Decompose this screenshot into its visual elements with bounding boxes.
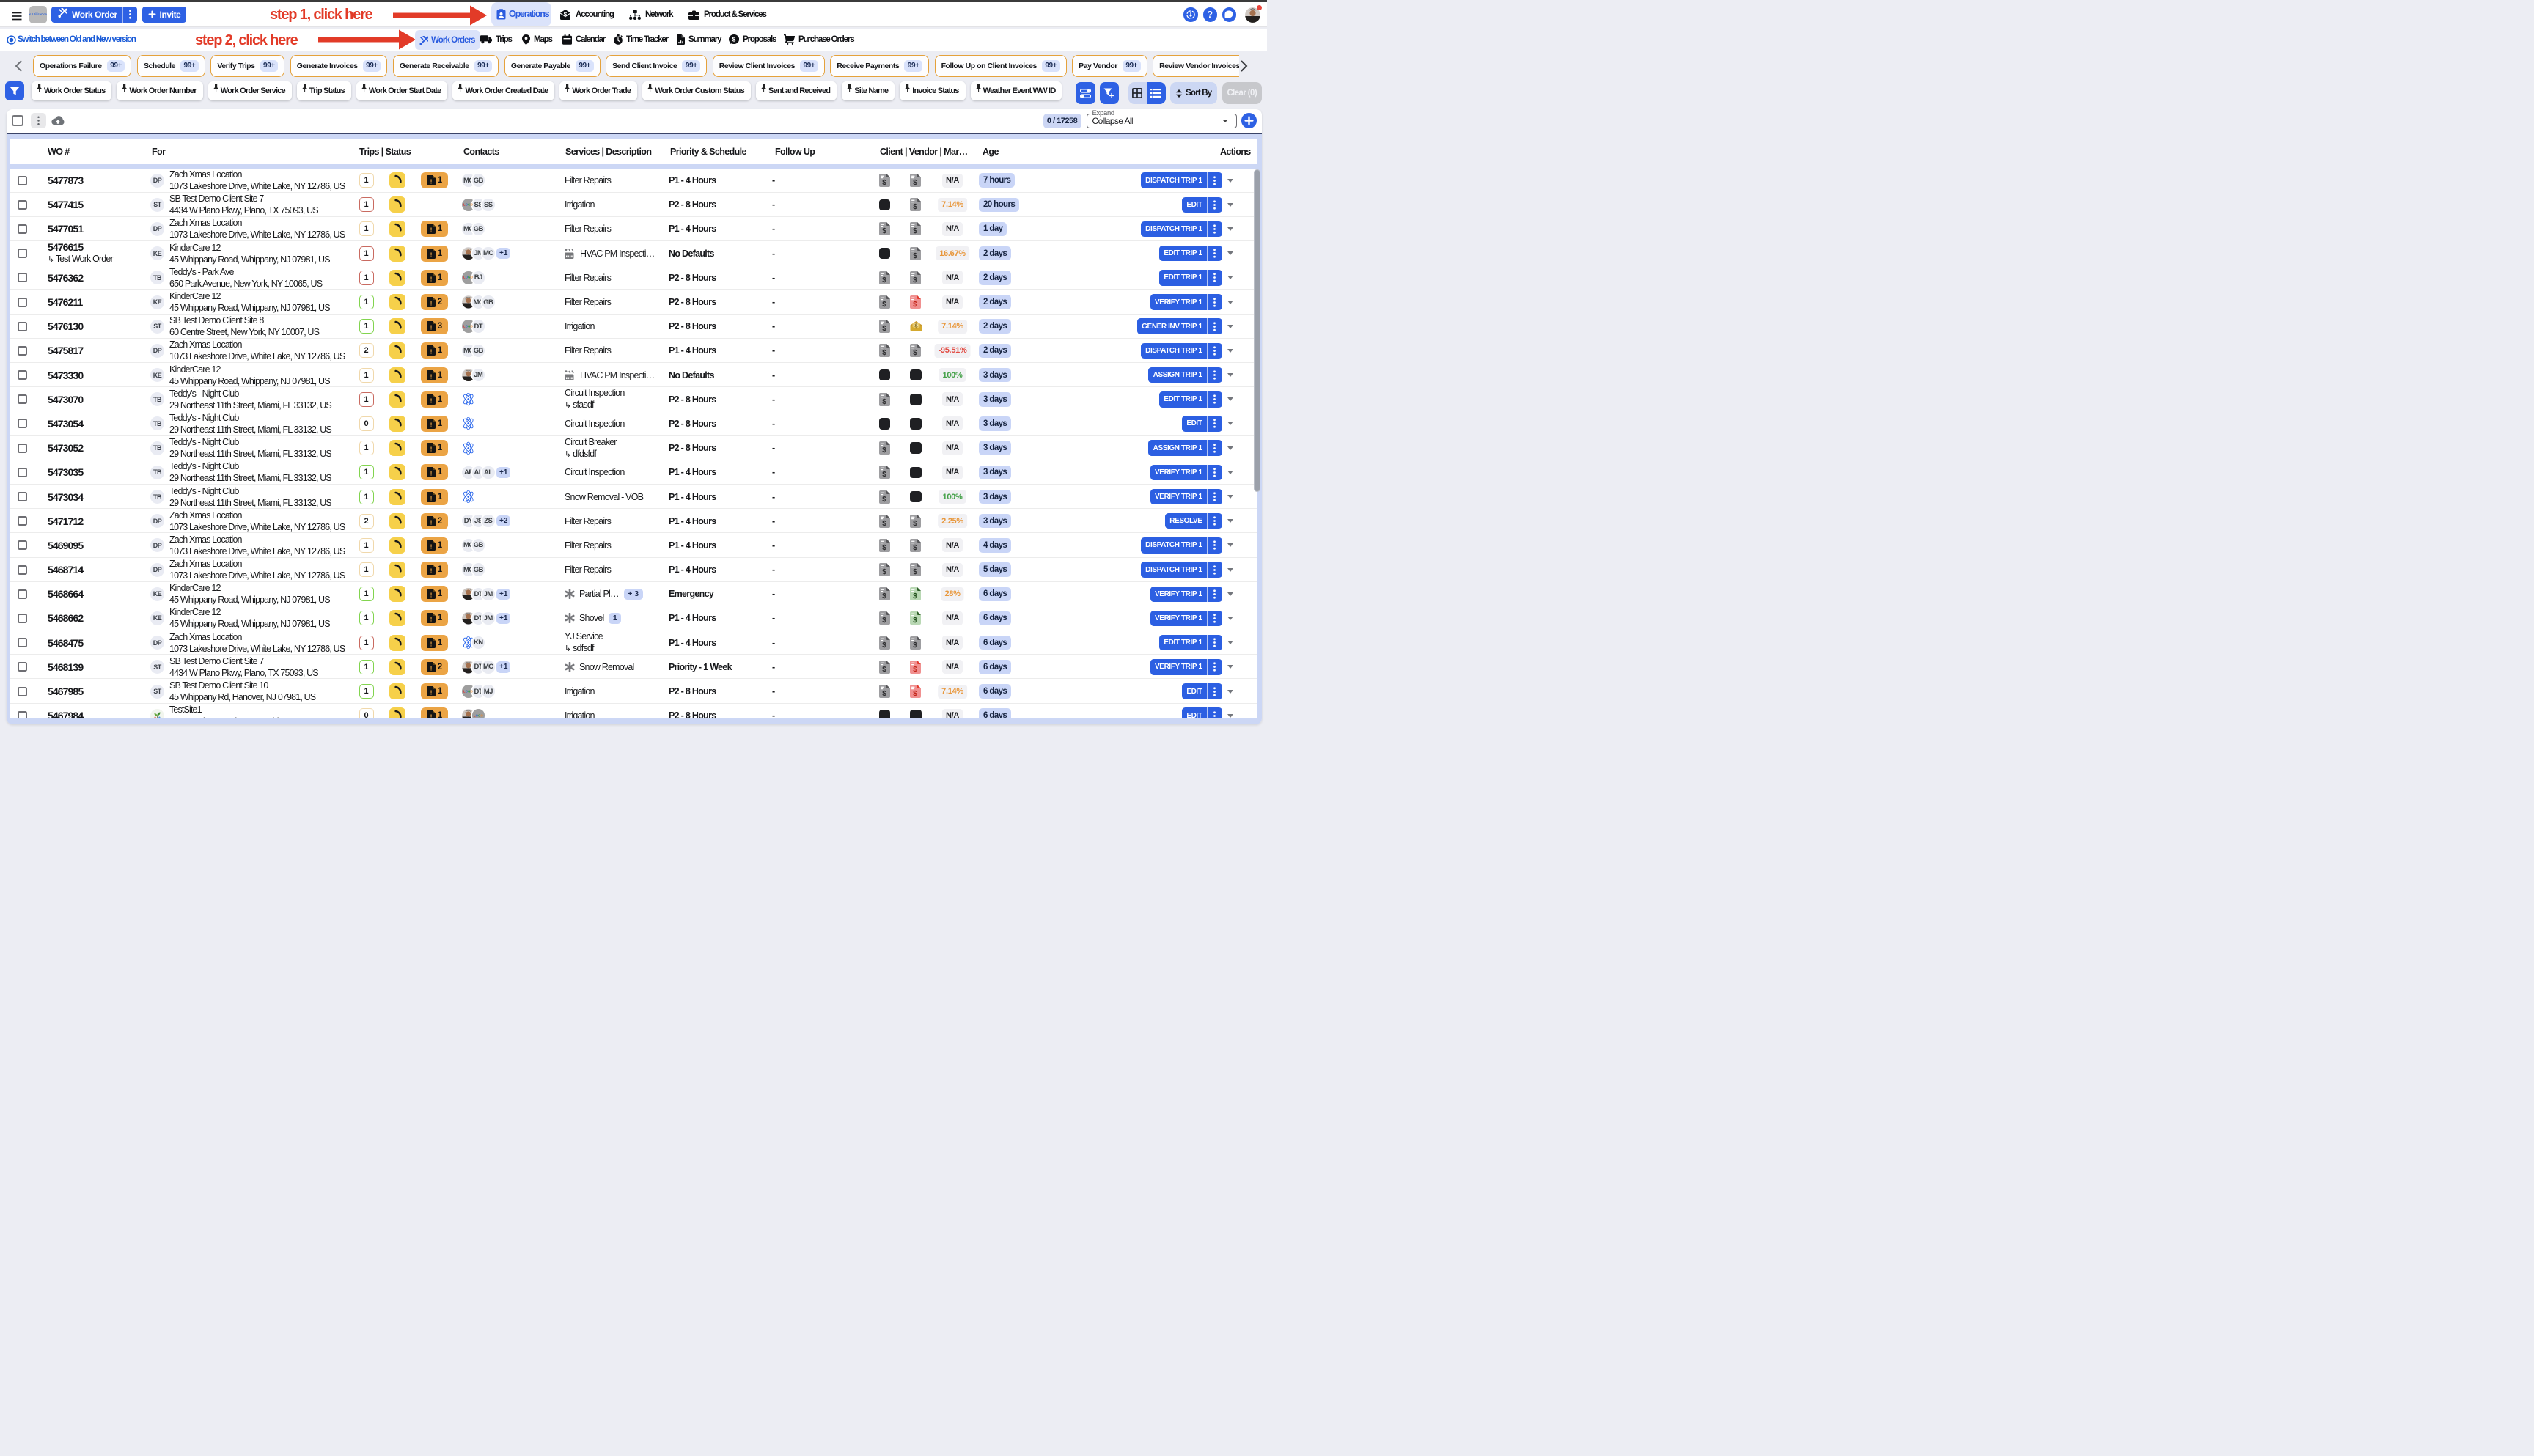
svg-text:!: !	[430, 616, 432, 623]
svg-text:!: !	[430, 664, 432, 672]
svg-text:!: !	[430, 324, 432, 331]
svg-text:!: !	[430, 592, 432, 599]
svg-text:$: $	[913, 690, 917, 698]
svg-text:$: $	[882, 544, 886, 552]
svg-text:$: $	[913, 520, 917, 528]
svg-text:!: !	[430, 567, 432, 574]
svg-text:$: $	[882, 398, 886, 406]
svg-text:$: $	[913, 251, 917, 260]
svg-text:!: !	[430, 445, 432, 452]
svg-text:$: $	[882, 617, 886, 625]
svg-text:$: $	[913, 592, 917, 600]
svg-text:$: $	[882, 666, 886, 674]
svg-text:$: $	[882, 520, 886, 528]
svg-text:!: !	[430, 397, 432, 404]
svg-text:$: $	[913, 666, 917, 674]
svg-text:$: $	[882, 641, 886, 649]
svg-text:!: !	[430, 713, 432, 718]
svg-text:$: $	[882, 349, 886, 357]
svg-text:!: !	[430, 299, 432, 306]
svg-text:$: $	[882, 495, 886, 503]
svg-text:!: !	[430, 251, 432, 258]
svg-text:$: $	[913, 617, 917, 625]
svg-text:!: !	[430, 177, 432, 185]
svg-text:$: $	[913, 641, 917, 649]
svg-text:!: !	[430, 494, 432, 501]
svg-text:$: $	[882, 179, 886, 187]
svg-text:$: $	[913, 568, 917, 576]
svg-text:$: $	[882, 568, 886, 576]
svg-text:!: !	[430, 348, 432, 356]
svg-text:$: $	[882, 592, 886, 600]
svg-text:$: $	[913, 544, 917, 552]
svg-text:!: !	[430, 543, 432, 550]
svg-text:$: $	[882, 446, 886, 455]
svg-text:$: $	[564, 12, 568, 18]
svg-text:$: $	[732, 35, 736, 43]
svg-text:$: $	[882, 325, 886, 333]
svg-text:!: !	[430, 640, 432, 647]
svg-text:!: !	[430, 688, 432, 696]
svg-text:$: $	[913, 349, 917, 357]
svg-text:$: $	[882, 227, 886, 235]
svg-text:!: !	[430, 275, 432, 282]
svg-text:!: !	[430, 421, 432, 428]
svg-text:$: $	[882, 301, 886, 309]
svg-text:!: !	[430, 372, 432, 380]
svg-text:$: $	[882, 276, 886, 284]
svg-text:$: $	[913, 301, 917, 309]
svg-text:$: $	[913, 203, 917, 211]
svg-text:$: $	[913, 276, 917, 284]
svg-text:!: !	[430, 518, 432, 526]
svg-text:$: $	[913, 227, 917, 235]
svg-text:!: !	[430, 227, 432, 234]
svg-text:$: $	[913, 179, 917, 187]
svg-text:$: $	[882, 690, 886, 698]
svg-text:$: $	[882, 471, 886, 479]
svg-text:!: !	[430, 470, 432, 477]
